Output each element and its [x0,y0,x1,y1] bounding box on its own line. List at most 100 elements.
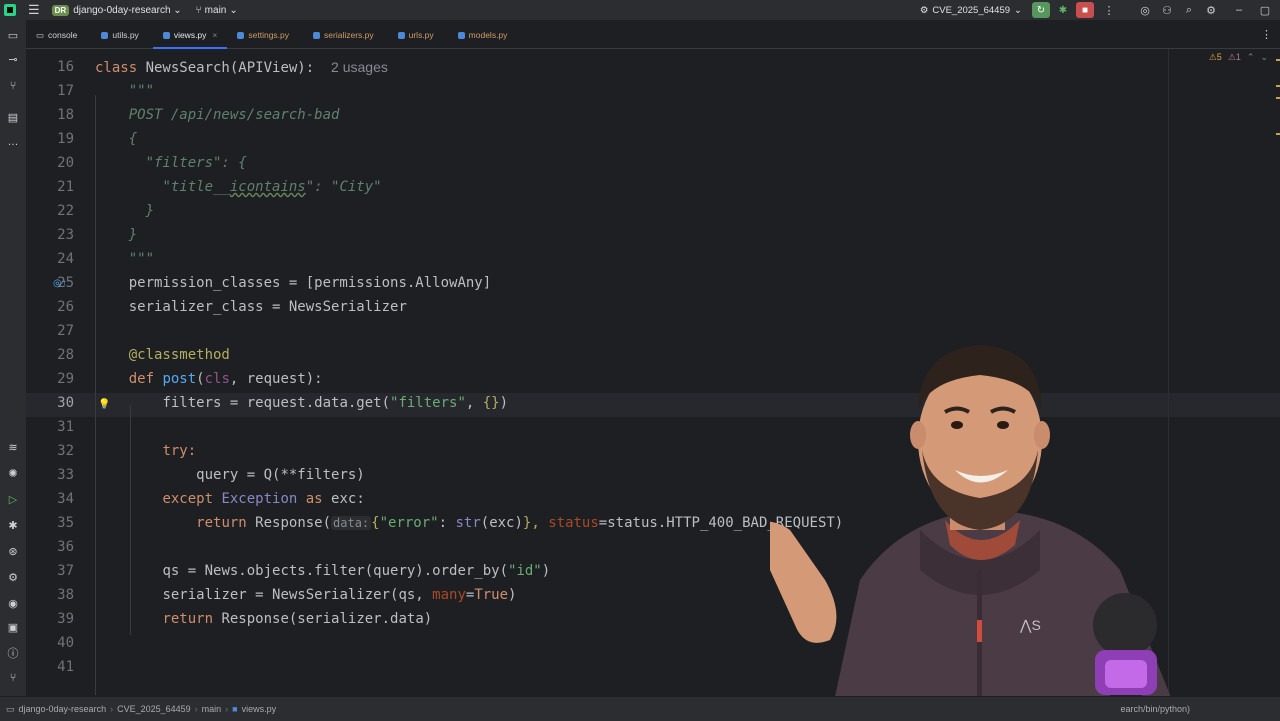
weak-warning-icon: ⚠1 [1227,52,1241,62]
python-file-icon [237,31,245,39]
project-badge[interactable]: DR [51,4,70,16]
breadcrumb-item[interactable]: django-0day-research [19,704,107,714]
line-number: 33 [57,467,74,483]
ai-assistant-icon[interactable]: ◎ [1134,4,1156,17]
scroll-marker [1276,85,1280,87]
code-line-35: return Response(data: {"error": str(exc)}… [196,515,844,531]
tab-label: serializers.py [324,30,374,40]
line-number: 39 [57,611,74,627]
line-number: 17 [57,83,74,99]
code-line-16: class NewsSearch(APIView): 2 usages [95,59,388,76]
python-console-icon[interactable]: ⊛ [5,544,21,560]
tab-label: models.py [468,30,508,40]
scroll-marker [1276,133,1280,135]
close-tab-icon[interactable]: × [212,30,217,40]
tab-console[interactable]: ▭ console [26,22,87,48]
pull-requests-icon[interactable]: ⑂ [5,78,21,94]
commit-icon[interactable]: ⊸ [5,52,21,68]
maximize-window-icon[interactable]: ▢ [1250,4,1280,17]
tab-label: urls.py [408,30,434,40]
code-line-19: { [128,131,138,147]
code-with-me-icon[interactable]: ⚇ [1156,4,1178,17]
inspection-widget[interactable]: ⚠5 ⚠1 ⌃ ⌄ [1209,52,1268,63]
tab-utils[interactable]: utils.py [91,22,148,48]
line-number: 32 [57,443,74,459]
line-number: 27 [57,323,74,339]
line-number: 35 [57,515,74,531]
code-line-22: } [145,203,155,219]
run-icon[interactable]: ▷ [5,492,21,508]
more-actions-icon[interactable]: ⋮ [1098,4,1120,17]
line-number: 23 [57,227,74,243]
more-tools-icon[interactable]: … [5,134,21,150]
code-line-21: "title__icontains": "City" [162,179,382,195]
branch-selector[interactable]: ⑂ main ⌄ [196,5,238,16]
project-selector[interactable]: django-0day-research ⌄ [73,5,181,16]
run-config-name: CVE_2025_64459 [932,4,1011,16]
app-logo-icon[interactable] [4,4,16,16]
terminal-icon[interactable]: ▣ [5,620,21,636]
line-number: 41 [57,659,74,675]
stop-button[interactable]: ■ [1076,2,1094,18]
minimize-window-icon[interactable]: – [1228,4,1250,16]
endpoints-icon[interactable]: ◉ [5,596,21,612]
line-number: 22 [57,203,74,219]
debug-button[interactable]: ✱ [1054,2,1072,18]
override-marker-icon[interactable]: ◎↑ [53,278,67,289]
structure-icon[interactable]: ▤ [5,110,21,126]
chevron-down-icon: ⌄ [173,4,182,16]
code-line-17: """ [128,83,155,99]
line-number: 24 [57,251,74,267]
settings-gear-icon[interactable]: ⚙ [1200,4,1222,17]
line-number: 18 [57,107,74,123]
tabs-more-icon[interactable]: ⋮ [1261,28,1272,41]
line-number: 20 [57,155,74,171]
code-line-26: serializer_class = NewsSerializer [128,299,407,315]
chevron-down-icon[interactable]: ⌄ [1260,52,1268,63]
code-line-20: "filters": { [145,155,247,171]
breadcrumb-item[interactable]: main [202,704,222,714]
title-bar: ☰ DR django-0day-research ⌄ ⑂ main ⌄ ⚙ CVE_… [0,0,1280,20]
breadcrumb-item[interactable]: views.py [242,704,277,714]
line-number: 26 [57,299,74,315]
main-menu-icon[interactable]: ☰ [28,2,40,18]
project-folder-icon[interactable]: ▭ [5,28,21,44]
problems-icon[interactable]: ⚙ [5,570,21,586]
interpreter-status[interactable]: earch/bin/python) [1120,704,1190,714]
services-icon[interactable]: ✺ [5,466,21,482]
debug-icon[interactable]: ✱ [5,518,21,534]
breadcrumb-item[interactable]: CVE_2025_64459 [117,704,191,714]
info-icon[interactable]: ⓘ [5,646,21,662]
tab-urls[interactable]: urls.py [388,22,444,48]
line-number: 36 [57,539,74,555]
project-name: django-0day-research [73,4,171,16]
version-control-icon[interactable]: ⑂ [5,670,21,686]
python-file-icon: ■ [232,704,238,714]
hoodie-logo: ⋀S [1019,617,1041,633]
tab-label: views.py [173,30,207,40]
line-number: 34 [57,491,74,507]
branch-icon: ⑂ [195,4,202,16]
code-line-30: filters = request.data.get("filters", {}… [162,395,509,411]
tab-label: console [48,30,78,40]
python-file-icon [101,31,109,39]
tab-label: utils.py [112,30,139,40]
python-file-icon [457,31,465,39]
tab-models[interactable]: models.py [448,22,518,48]
code-line-29: def post(cls, request): [128,371,323,387]
tab-views[interactable]: views.py × [152,22,228,49]
usages-hint[interactable]: 2 usages [331,59,388,75]
python-packages-icon[interactable]: ≋ [5,440,21,456]
tab-serializers[interactable]: serializers.py [303,22,384,48]
search-icon[interactable]: ⌕ [1178,4,1200,17]
console-icon: ▭ [36,29,45,40]
rerun-button[interactable]: ↻ [1032,2,1050,18]
chevron-up-icon[interactable]: ⌃ [1247,52,1255,63]
warning-icon: ⚠5 [1208,52,1222,62]
folder-icon: ▭ [6,703,15,714]
line-number: 29 [57,371,74,387]
tab-settings[interactable]: settings.py [227,22,299,48]
code-line-25: permission_classes = [permissions.AllowA… [128,275,492,291]
run-config-selector[interactable]: ⚙ CVE_2025_64459 ⌄ [920,5,1022,16]
line-number: 16 [57,59,74,75]
